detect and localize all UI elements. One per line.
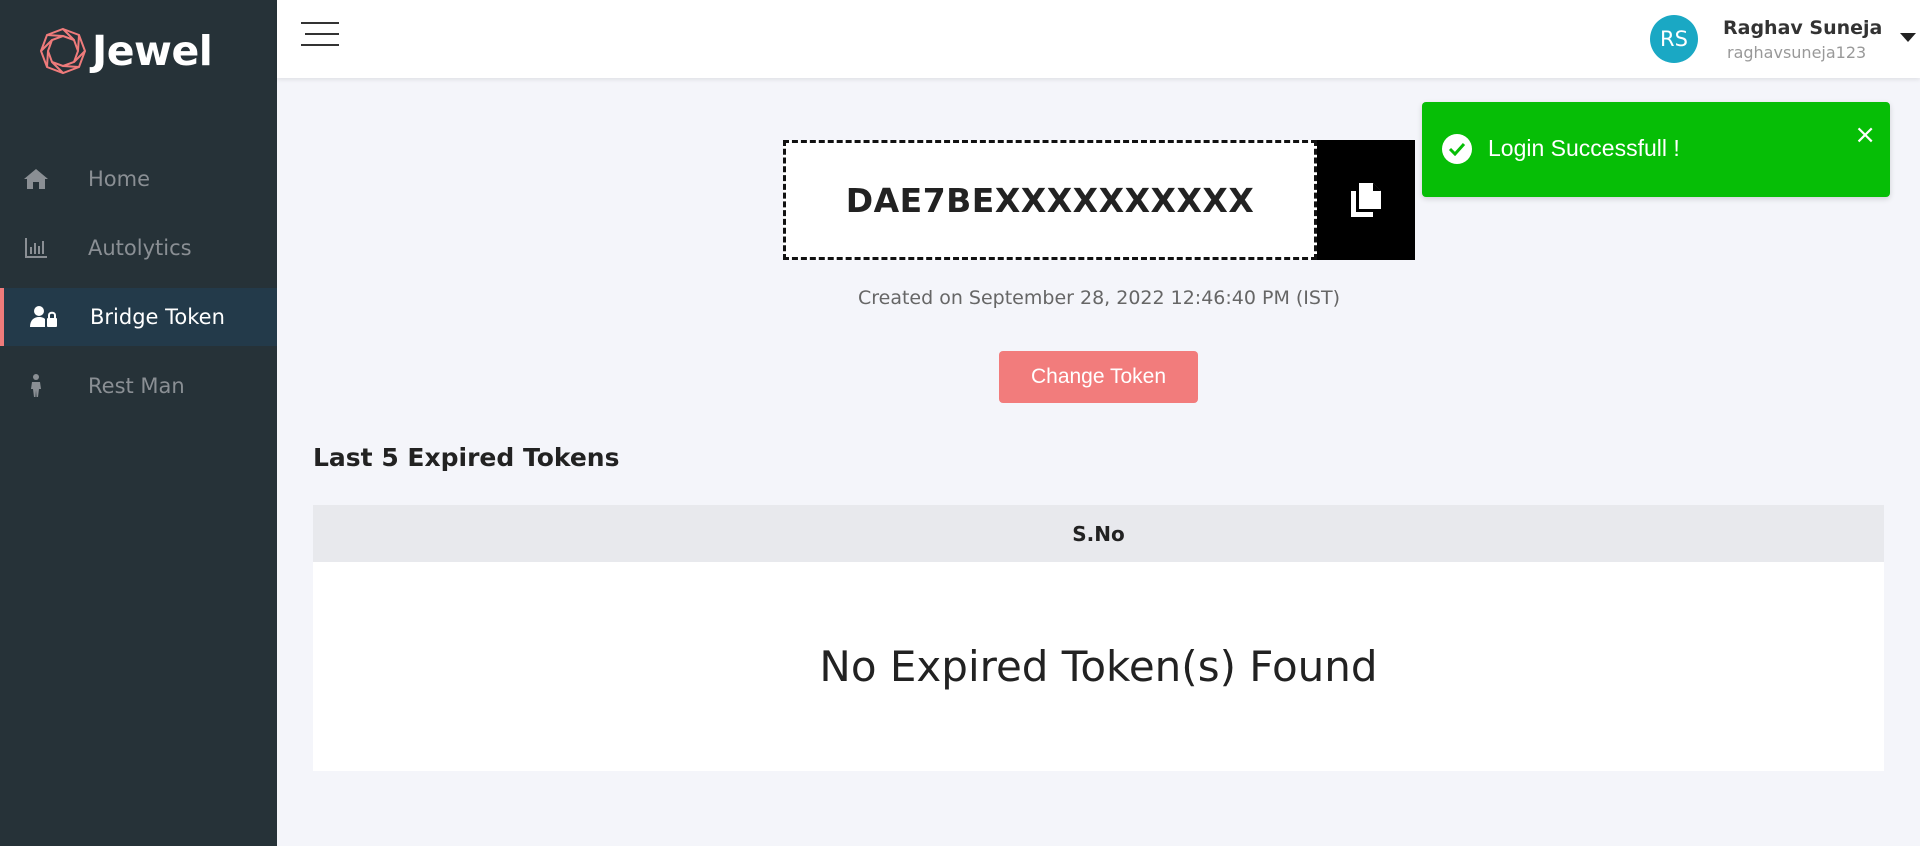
user-menu[interactable]: RS Raghav Suneja raghavsuneja123	[1650, 15, 1920, 63]
success-toast: Login Successfull ! ×	[1422, 102, 1890, 197]
bar-chart-icon	[22, 234, 50, 262]
brand-name: Jewel	[92, 27, 213, 75]
avatar[interactable]: RS	[1650, 15, 1698, 63]
jewel-logo-icon	[39, 27, 87, 75]
expired-tokens-title: Last 5 Expired Tokens	[313, 443, 620, 472]
sidebar-item-label: Autolytics	[88, 236, 192, 260]
sidebar: Jewel Home Autolytics Bridge Token Rest …	[0, 0, 277, 846]
walking-person-icon	[22, 372, 50, 400]
sidebar-item-bridge-token[interactable]: Bridge Token	[0, 288, 277, 346]
user-info: Raghav Suneja raghavsuneja123	[1723, 17, 1882, 62]
token-created-text: Created on September 28, 2022 12:46:40 P…	[857, 287, 1340, 309]
brand-logo[interactable]: Jewel	[38, 26, 213, 76]
table-header: S.No	[313, 505, 1884, 562]
copy-token-button[interactable]	[1317, 140, 1415, 260]
user-lock-icon	[30, 303, 58, 331]
token-value: DAE7BEXXXXXXXXXX	[845, 180, 1255, 220]
sidebar-item-autolytics[interactable]: Autolytics	[0, 219, 277, 277]
empty-state-message: No Expired Token(s) Found	[819, 642, 1378, 691]
sidebar-item-label: Rest Man	[88, 374, 185, 398]
column-header-sno: S.No	[1072, 521, 1125, 546]
change-token-button[interactable]: Change Token	[999, 351, 1198, 403]
hamburger-menu-icon[interactable]	[301, 22, 339, 48]
sidebar-item-rest-man[interactable]: Rest Man	[0, 357, 277, 415]
check-circle-icon	[1442, 134, 1472, 164]
caret-down-icon[interactable]	[1900, 32, 1917, 42]
expired-tokens-table: S.No No Expired Token(s) Found	[313, 505, 1884, 771]
token-display[interactable]: DAE7BEXXXXXXXXXX	[783, 140, 1317, 260]
close-icon[interactable]: ×	[1854, 122, 1876, 148]
user-name: Raghav Suneja	[1723, 16, 1883, 39]
sidebar-nav: Home Autolytics Bridge Token Rest Man	[0, 150, 277, 426]
user-handle: raghavsuneja123	[1727, 42, 1867, 62]
sidebar-item-label: Home	[88, 167, 151, 191]
top-header: RS Raghav Suneja raghavsuneja123	[277, 0, 1920, 78]
sidebar-item-label: Bridge Token	[90, 305, 225, 329]
toast-message: Login Successfull !	[1488, 135, 1680, 161]
sidebar-item-home[interactable]: Home	[0, 150, 277, 208]
home-icon	[22, 165, 50, 193]
copy-icon	[1351, 183, 1381, 217]
